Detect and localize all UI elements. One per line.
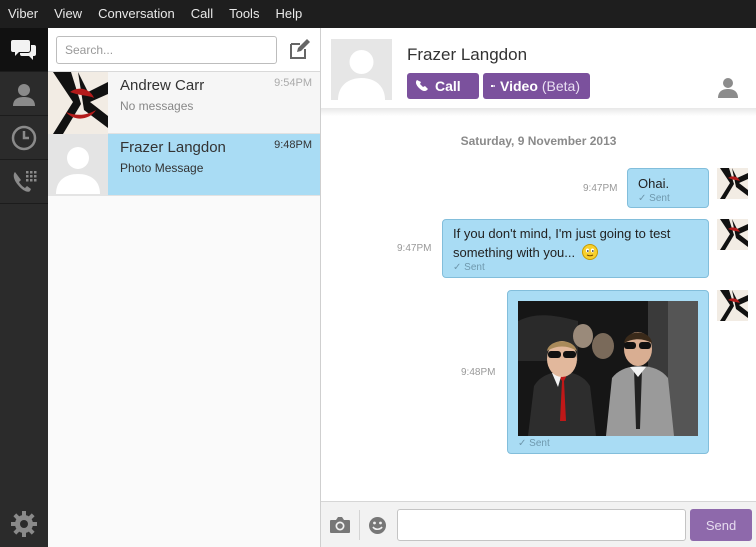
conversation-subtitle: No messages	[120, 99, 194, 113]
message-text-line-2: something with you...	[453, 243, 698, 262]
sidebar-contacts-button[interactable]	[0, 72, 48, 116]
message-text: Ohai.	[638, 176, 670, 191]
message-input-bar: Send	[321, 501, 756, 547]
call-button[interactable]: Call	[407, 73, 479, 99]
message-text-line-1: If you don't mind, I'm just going to tes…	[453, 226, 671, 241]
emoticon-icon[interactable]	[368, 516, 387, 535]
contact-avatar	[331, 39, 392, 100]
chat-header: Frazer Langdon Call Video (Beta)	[321, 28, 756, 108]
avatar	[48, 134, 108, 196]
camera-icon[interactable]	[329, 516, 351, 534]
message-input[interactable]	[397, 509, 686, 541]
sender-avatar	[717, 168, 748, 199]
message-time: 9:48PM	[461, 367, 496, 378]
sidebar-recent-button[interactable]	[0, 116, 48, 160]
photo-message-bubble[interactable]: ✓ Sent	[507, 290, 709, 454]
message-bubble[interactable]: If you don't mind, I'm just going to tes…	[442, 219, 709, 278]
conversation-time: 9:48PM	[274, 139, 312, 151]
message-status: ✓ Sent	[638, 193, 670, 204]
video-label: Video	[500, 78, 538, 94]
message-status-text: Sent	[464, 262, 485, 273]
contacts-icon	[13, 83, 35, 106]
phone-icon	[415, 80, 428, 92]
header-divider	[321, 108, 756, 116]
menu-tools[interactable]: Tools	[221, 0, 267, 28]
message-status: ✓ Sent	[518, 438, 550, 449]
video-beta-label: (Beta)	[541, 78, 580, 94]
conversation-item-andrew-carr[interactable]: Andrew Carr No messages 9:54PM	[48, 72, 320, 134]
menu-bar: Viber View Conversation Call Tools Help	[0, 0, 756, 28]
call-label: Call	[435, 78, 461, 94]
photo-thumbnail[interactable]	[518, 301, 698, 436]
chat-panel: Frazer Langdon Call Video (Beta) Saturda…	[321, 28, 756, 547]
contact-info-icon[interactable]	[717, 76, 739, 98]
settings-icon	[11, 511, 37, 537]
contact-name: Frazer Langdon	[407, 45, 528, 64]
message-status-text: Sent	[649, 193, 670, 204]
message-bubble[interactable]: Ohai. ✓ Sent	[627, 168, 709, 208]
message-status-text: Sent	[529, 438, 550, 449]
menu-call[interactable]: Call	[183, 0, 221, 28]
conversation-name: Andrew Carr	[120, 77, 205, 94]
message-text-line-2-content: something with you...	[453, 245, 576, 260]
settings-button[interactable]	[0, 501, 48, 547]
search-row	[48, 28, 320, 72]
message-time: 9:47PM	[397, 243, 432, 254]
menu-help[interactable]: Help	[267, 0, 310, 28]
video-camera-icon	[491, 85, 495, 87]
conversation-time: 9:54PM	[274, 77, 312, 89]
message-time: 9:47PM	[583, 183, 618, 194]
conversation-item-frazer-langdon[interactable]: Frazer Langdon Photo Message 9:48PM	[48, 134, 320, 196]
conversation-subtitle: Photo Message	[120, 161, 204, 175]
sender-avatar	[717, 219, 748, 250]
video-button[interactable]: Video (Beta)	[483, 73, 590, 99]
dialpad-icon	[13, 170, 37, 192]
menu-conversation[interactable]: Conversation	[90, 0, 183, 28]
menu-view[interactable]: View	[46, 0, 90, 28]
compose-icon[interactable]	[288, 39, 310, 61]
separator	[359, 510, 360, 540]
conversation-list-panel: Andrew Carr No messages 9:54PM Frazer La…	[48, 28, 321, 547]
sidebar-chats-button[interactable]	[0, 28, 48, 72]
conversation-name: Frazer Langdon	[120, 139, 226, 156]
search-input[interactable]	[56, 36, 277, 64]
date-header: Saturday, 9 November 2013	[460, 134, 617, 148]
send-button[interactable]: Send	[690, 509, 752, 541]
message-status: ✓ Sent	[453, 262, 485, 273]
sidebar-dialpad-button[interactable]	[0, 160, 48, 204]
sender-avatar	[717, 290, 748, 321]
left-sidebar	[0, 28, 48, 547]
chat-icon	[11, 39, 36, 60]
menu-viber[interactable]: Viber	[0, 0, 46, 28]
recent-calls-icon	[11, 125, 37, 150]
avatar	[48, 72, 108, 134]
smiley-emoticon-icon	[581, 244, 598, 260]
